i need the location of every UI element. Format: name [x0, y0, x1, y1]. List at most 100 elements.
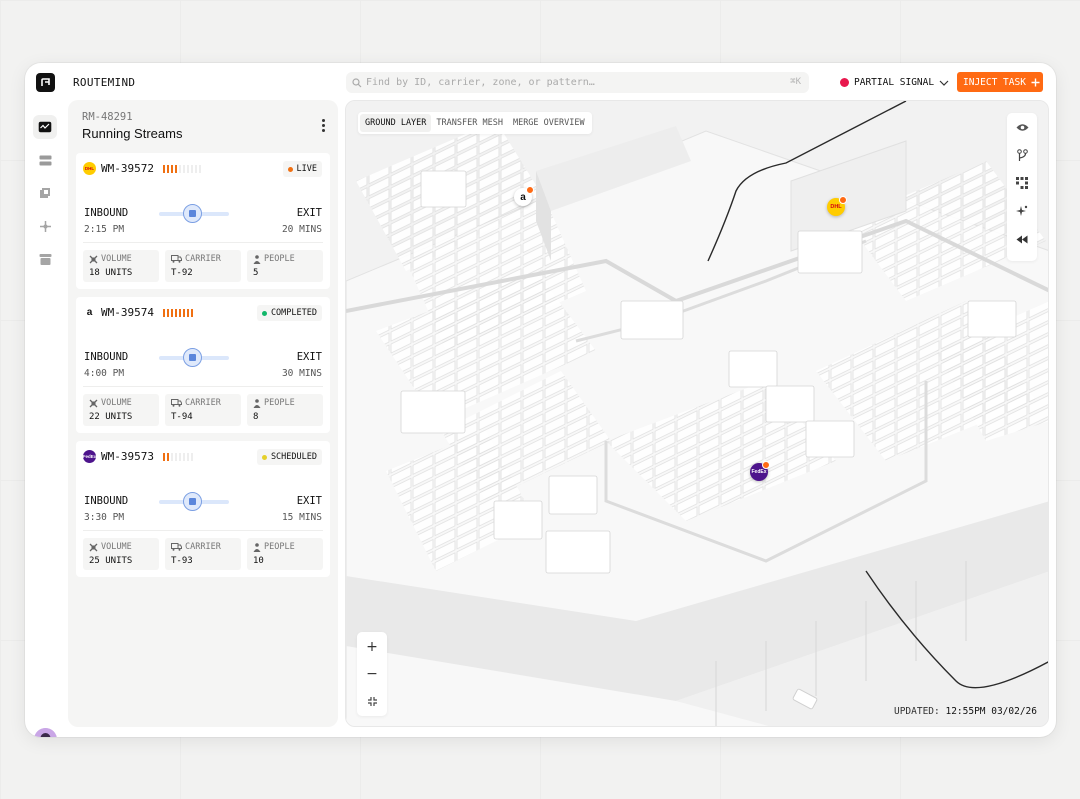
- start-time: 3:30 PM: [84, 512, 125, 523]
- status-label: SCHEDULED: [270, 452, 317, 462]
- sparkle-icon: [1016, 205, 1028, 216]
- signal-bars: [162, 308, 193, 317]
- metric-label: PEOPLE: [264, 542, 295, 552]
- divider: [83, 386, 323, 387]
- map-canvas[interactable]: [346, 101, 1049, 727]
- sparkle-tool[interactable]: [1007, 199, 1037, 223]
- metric-value: 18 UNITS: [89, 268, 133, 278]
- updated-timestamp: UPDATED: 12:55PM 03/02/26: [894, 706, 1037, 717]
- divider: [83, 530, 323, 531]
- inject-task-button[interactable]: INJECT TASK: [957, 72, 1043, 92]
- amazon-pin[interactable]: a: [514, 186, 534, 206]
- collapse-icon: [367, 696, 377, 706]
- status-badge: SCHEDULED: [256, 449, 322, 465]
- metric-value: 10: [253, 556, 264, 566]
- rail-archive-button[interactable]: [33, 247, 57, 271]
- eye-icon: [1016, 123, 1028, 131]
- activity-icon: [38, 121, 52, 133]
- updated-value: 12:55PM 03/02/26: [945, 706, 1037, 717]
- zoom-in-button[interactable]: +: [357, 634, 387, 660]
- tab-transfer-mesh[interactable]: TRANSFER MESH: [431, 114, 508, 132]
- metric-people: PEOPLE 8: [247, 394, 323, 426]
- search-placeholder: Find by ID, carrier, zone, or pattern…: [366, 77, 595, 88]
- metric-value: 8: [253, 412, 259, 422]
- stack-icon: [39, 155, 51, 165]
- stream-card[interactable]: FedEx WM-39573 SCHEDULED INBOUND 3:30 PM…: [76, 441, 330, 577]
- search-icon: [352, 77, 362, 87]
- left-rail: [25, 101, 67, 737]
- collapse-view-button[interactable]: [357, 688, 387, 714]
- divider: [83, 242, 323, 243]
- dhl-pin[interactable]: DHL: [827, 196, 847, 216]
- visibility-tool[interactable]: [1007, 115, 1037, 139]
- person-icon: [253, 542, 261, 552]
- status-badge: COMPLETED: [256, 305, 322, 321]
- layers-icon: [39, 187, 50, 198]
- stream-card[interactable]: a WM-39574 COMPLETED INBOUND 4:00 PM EXI…: [76, 297, 330, 433]
- metric-volume: VOLUME 25 UNITS: [83, 538, 159, 570]
- rail-network-button[interactable]: [33, 214, 57, 238]
- start-time: 2:15 PM: [84, 224, 125, 235]
- branch-tool[interactable]: [1007, 143, 1037, 167]
- stream-card[interactable]: DHL WM-39572 LIVE INBOUND 2:15 PM EXIT 2…: [76, 153, 330, 289]
- volume-icon: [89, 543, 98, 551]
- flow-start-label: INBOUND: [84, 207, 129, 219]
- person-icon: [253, 254, 261, 264]
- start-time: 4:00 PM: [84, 368, 125, 379]
- metric-label: CARRIER: [185, 542, 221, 552]
- fedex-pin[interactable]: FedEx: [750, 461, 770, 481]
- grid-tool[interactable]: [1007, 171, 1037, 195]
- zoom-out-button[interactable]: −: [357, 661, 387, 687]
- grid-icon: [1016, 177, 1028, 189]
- metric-value: T-93: [171, 556, 193, 566]
- search-input[interactable]: Find by ID, carrier, zone, or pattern… ⌘…: [346, 72, 809, 93]
- metric-people: PEOPLE 5: [247, 250, 323, 282]
- signal-bars: [162, 452, 193, 461]
- app-title: ROUTEMIND: [73, 76, 136, 89]
- tab-merge-overview[interactable]: MERGE OVERVIEW: [508, 114, 590, 132]
- network-icon: [39, 220, 51, 232]
- status-label: COMPLETED: [270, 308, 317, 318]
- chevron-down-icon: [939, 80, 949, 86]
- status-dot-icon: [287, 166, 293, 172]
- map-tools: [1007, 113, 1037, 261]
- flow-start-label: INBOUND: [84, 495, 129, 507]
- flow-progress-knob[interactable]: [183, 348, 202, 367]
- metric-carrier: CARRIER T-92: [165, 250, 241, 282]
- app-logo-icon[interactable]: [36, 73, 55, 92]
- updated-label: UPDATED:: [893, 706, 940, 717]
- warehouse-map[interactable]: GROUND LAYER TRANSFER MESH MERGE OVERVIEW …: [345, 100, 1049, 727]
- rail-activity-button[interactable]: [33, 115, 57, 139]
- flow-progress-knob[interactable]: [183, 204, 202, 223]
- search-shortcut: ⌘K: [790, 77, 801, 87]
- status-badge: LIVE: [282, 161, 322, 177]
- flow-end-label: EXIT: [296, 207, 322, 219]
- rail-stack-button[interactable]: [33, 148, 57, 172]
- panel-title: Running Streams: [82, 126, 183, 141]
- signal-status-dropdown[interactable]: PARTIAL SIGNAL: [840, 72, 949, 93]
- metric-carrier: CARRIER T-93: [165, 538, 241, 570]
- metric-value: 5: [253, 268, 259, 278]
- metric-value: T-92: [171, 268, 193, 278]
- rewind-tool[interactable]: [1007, 227, 1037, 251]
- archive-icon: [39, 253, 51, 265]
- streams-panel: RM-48291 Running Streams DHL WM-39572 LI…: [68, 100, 338, 727]
- flow-progress-knob[interactable]: [183, 492, 202, 511]
- more-options-icon[interactable]: [322, 119, 326, 134]
- rail-layers-button[interactable]: [33, 181, 57, 205]
- metric-volume: VOLUME 22 UNITS: [83, 394, 159, 426]
- metric-volume: VOLUME 18 UNITS: [83, 250, 159, 282]
- user-avatar[interactable]: [34, 728, 57, 737]
- carrier-logo-icon: a: [83, 306, 96, 319]
- status-dot-icon: [261, 454, 267, 460]
- tab-ground-layer[interactable]: GROUND LAYER: [360, 114, 432, 132]
- metric-label: CARRIER: [185, 398, 221, 408]
- signal-bars: [162, 164, 201, 173]
- app-window: ROUTEMIND Find by ID, carrier, zone, or …: [25, 63, 1056, 737]
- rewind-icon: [1016, 235, 1028, 243]
- stream-id: WM-39572: [101, 162, 154, 175]
- metric-label: PEOPLE: [264, 254, 295, 264]
- flow-start-label: INBOUND: [84, 351, 129, 363]
- signal-dot-icon: [840, 78, 849, 87]
- inject-task-label: INJECT TASK: [963, 76, 1026, 88]
